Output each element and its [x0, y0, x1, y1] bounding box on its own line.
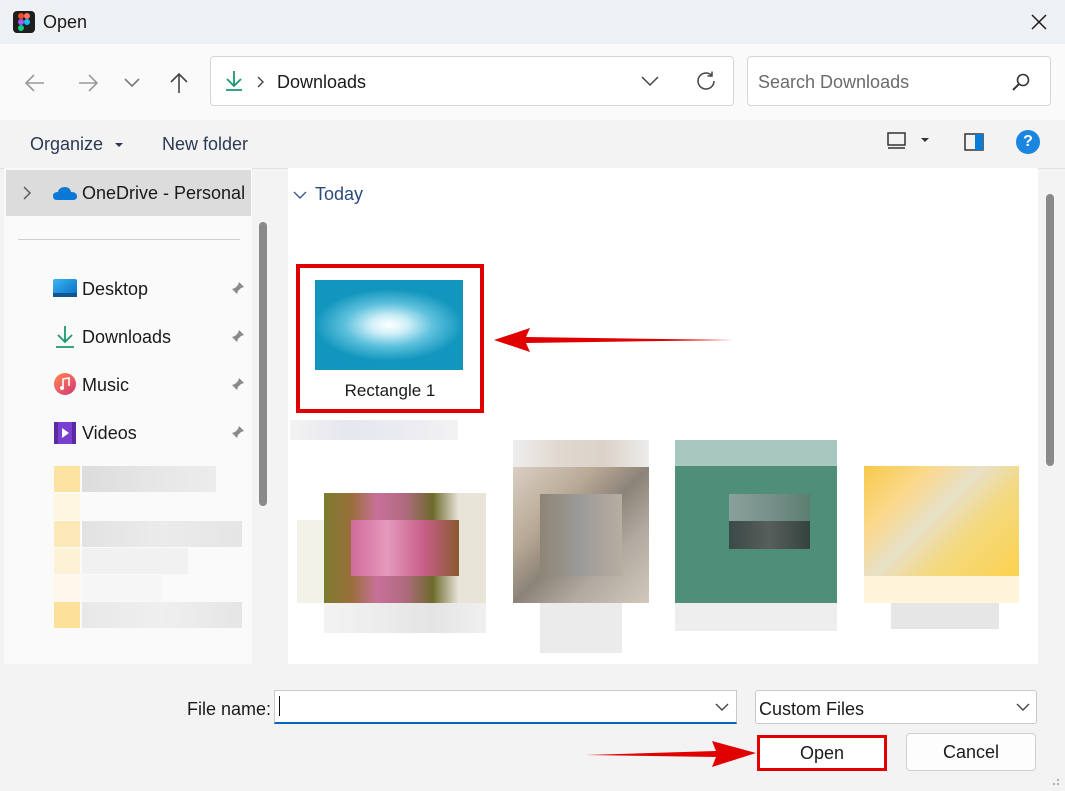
- pin-icon: [232, 426, 244, 438]
- close-icon: [1031, 14, 1047, 30]
- view-options-button[interactable]: [886, 131, 930, 149]
- organize-label: Organize: [30, 134, 104, 154]
- pin-icon: [232, 282, 244, 294]
- footer-panel: [0, 664, 1065, 791]
- sidebar-item-label: OneDrive - Personal: [82, 183, 246, 203]
- resize-grip-icon[interactable]: [1048, 774, 1060, 786]
- back-button[interactable]: [20, 68, 50, 98]
- caret-down-icon: [921, 138, 929, 142]
- chevron-down-icon: [124, 78, 140, 88]
- window-title: Open: [43, 12, 88, 32]
- organize-menu-button[interactable]: Organize: [30, 134, 124, 155]
- divider: [18, 239, 240, 240]
- chevron-down-icon: [293, 191, 307, 199]
- pin-icon: [232, 330, 244, 342]
- annotation-arrow: [494, 328, 734, 352]
- music-icon: [54, 373, 76, 395]
- breadcrumb-separator-icon: [257, 76, 264, 88]
- filetype-value: Custom Files: [759, 699, 865, 719]
- nav-pane-scrollbar[interactable]: [259, 222, 267, 506]
- file-thumbnail: [315, 280, 463, 370]
- sidebar-item-label: Downloads: [82, 327, 172, 347]
- content-scrollbar[interactable]: [1046, 194, 1054, 466]
- download-icon: [226, 71, 242, 91]
- onedrive-icon: [53, 187, 77, 200]
- desktop-icon: [53, 279, 77, 297]
- text-cursor: [279, 696, 280, 716]
- caret-down-icon: [115, 143, 124, 148]
- blurred-sidebar-items: [54, 466, 244, 630]
- figma-icon: [13, 11, 35, 33]
- sidebar-item-label: Desktop: [82, 279, 149, 299]
- sidebar-item-label: Videos: [82, 423, 137, 443]
- pin-icon: [232, 378, 244, 390]
- group-header-today[interactable]: Today: [293, 184, 363, 205]
- view-layout-icon: [887, 132, 906, 149]
- group-label: Today: [315, 184, 364, 204]
- chevron-down-icon: [1016, 703, 1030, 711]
- title-bar: [0, 0, 1065, 44]
- preview-pane-icon[interactable]: [963, 132, 985, 152]
- chevron-down-icon[interactable]: [715, 702, 729, 712]
- up-button[interactable]: [164, 68, 194, 98]
- blurred-file-thumbnails: [290, 420, 1035, 664]
- file-item-rectangle-1[interactable]: Rectangle 1: [296, 264, 484, 413]
- address-path[interactable]: Downloads: [277, 72, 366, 93]
- refresh-icon[interactable]: [695, 70, 717, 92]
- search-input[interactable]: [758, 72, 998, 93]
- recent-locations-button[interactable]: [117, 68, 147, 98]
- filename-field[interactable]: [274, 690, 737, 724]
- file-name: Rectangle 1: [344, 381, 436, 400]
- chevron-down-icon[interactable]: [640, 75, 660, 87]
- video-icon: [54, 422, 76, 444]
- forward-button[interactable]: [73, 68, 103, 98]
- cancel-button[interactable]: Cancel: [906, 733, 1036, 771]
- sidebar-item-label: Music: [82, 375, 130, 395]
- annotation-arrow: [586, 741, 756, 767]
- search-icon[interactable]: [1011, 72, 1031, 92]
- download-icon: [56, 326, 74, 348]
- help-icon[interactable]: ?: [1016, 130, 1040, 154]
- arrow-up-icon: [170, 72, 188, 93]
- new-folder-button[interactable]: New folder: [162, 134, 248, 155]
- chevron-right-icon[interactable]: [22, 186, 32, 200]
- arrow-left-icon: [24, 74, 44, 92]
- close-button[interactable]: [1022, 8, 1056, 36]
- filename-label: File name:: [187, 699, 272, 719]
- open-button[interactable]: Open: [757, 735, 887, 771]
- arrow-right-icon: [79, 74, 99, 92]
